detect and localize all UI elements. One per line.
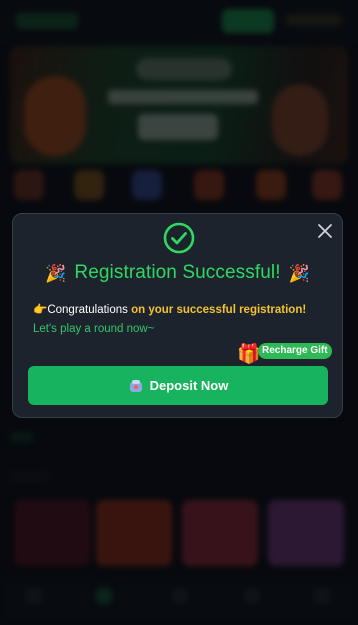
title-row: 🎉 Registration Successful! 🎉: [13, 262, 342, 284]
gift-icon: 🎁: [237, 344, 261, 365]
dialog-message: 👉Congratulations on your successful regi…: [33, 301, 333, 339]
party-popper-icon: 🎉: [288, 263, 310, 283]
wallet-icon: [128, 378, 144, 394]
message-invite: Let's play a round now~: [33, 323, 155, 335]
registration-success-dialog: 🎉 Registration Successful! 🎉 👉Congratula…: [12, 213, 343, 418]
deposit-now-button[interactable]: Deposit Now: [28, 366, 328, 405]
check-circle-icon: [163, 222, 195, 254]
party-popper-icon: 🎉: [45, 263, 67, 283]
message-highlight: on your successful registration!: [131, 304, 307, 316]
recharge-gift-badge: Recharge Gift: [258, 343, 332, 359]
deposit-now-label: Deposit Now: [149, 378, 229, 393]
message-congrats: Congratulations: [47, 304, 132, 316]
dialog-title: Registration Successful!: [74, 262, 281, 283]
close-icon[interactable]: [316, 222, 334, 240]
pointing-hand-icon: 👉: [33, 304, 48, 316]
